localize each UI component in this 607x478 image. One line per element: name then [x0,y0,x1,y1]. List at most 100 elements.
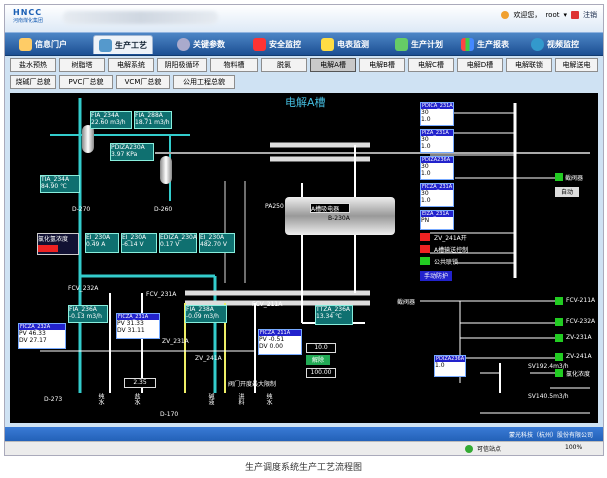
ficza211a-controller[interactable]: FICZA_211A PV -0.51 DV 0.00 [258,329,302,355]
fia236a-box[interactable]: FIA_236A -0.13 m3/h [68,305,108,323]
nav-label: 视频监控 [547,39,579,49]
eiza231a-panel[interactable]: EIZA_231A PN [420,210,454,230]
tab-pvc-overview[interactable]: PVC厂总貌 [59,75,113,89]
tab-vcm-overview[interactable]: VCM厂总貌 [116,75,170,89]
tab-anode-cathode-loop[interactable]: 阴阳极循环 [157,58,207,72]
nav-item-key-params[interactable]: 关键参数 [177,35,225,53]
fcv232a-label: FCV_232A [68,285,99,292]
tag-name: EI_230A [86,234,111,241]
limit-input[interactable]: 100.00 [306,368,336,378]
ttza236a-box[interactable]: TTZA_236A 13.34 ℃ [315,305,353,325]
zoom-level[interactable]: 100% [565,444,582,451]
cell-tag: B-230A [328,215,350,222]
tab-cell-c[interactable]: 电解C槽 [408,58,454,72]
pdiza230a-box[interactable]: PDIZA230A 3.97 KPa [110,143,154,161]
footer-company: 蒙光科技（杭州）股份有限公司 [508,432,593,439]
public-chain-indicator [420,257,430,265]
panel-row: 1.0 [435,362,445,369]
nav-item-video[interactable]: 视频监控 [531,35,579,53]
tab-brine-preheat[interactable]: 盐水预热 [10,58,56,72]
process-lines [40,98,590,414]
tab-dechlorination[interactable]: 脱氯 [261,58,307,72]
tab-cell-a[interactable]: 电解A槽 [310,58,356,72]
piza231a-panel[interactable]: PIZA_231A 30 1.0 [420,129,454,153]
offset-input[interactable]: 2.35 [124,378,156,388]
right-top-label: 截阀器 [397,299,416,306]
trusted-site-label: 可信站点 [477,446,502,453]
user-menu-chevron-icon[interactable]: ▾ [563,11,567,19]
fia234a-box[interactable]: FIA_234A 22.60 m3/h [90,111,132,129]
feed-label: 进料 [237,393,244,405]
ediza-box[interactable]: EDIZA_230A 0.17 V [159,233,197,253]
diagram-title: 电解A槽 [285,96,326,109]
pdiza236a-panel[interactable]: PDIZA236A 30 1.0 [420,156,454,180]
nav-item-meter[interactable]: 电表监测 [321,35,369,53]
meter-icon [321,37,334,51]
pdiza236a-bottom-panel[interactable]: PDIZA236A 1.0 [434,355,466,377]
tab-interlock[interactable]: 电解联锁 [506,58,552,72]
tag-name: FIA_238A [186,306,214,313]
tag-value: 13.34 ℃ [316,313,342,320]
nav-label: 生产计划 [411,39,443,49]
home-icon [19,37,32,51]
pdica231a-panel[interactable]: PDICA_231A 30 1.0 [420,102,454,126]
nav-item-portal[interactable]: 信息门户 [19,35,67,53]
panel-row: 1.0 [421,116,431,123]
tab-cell-d[interactable]: 电解D槽 [457,58,503,72]
pure-water-label-2: 纯水 [265,393,272,405]
tab-cell-b[interactable]: 电解B槽 [359,58,405,72]
nav-item-process[interactable]: 生产工艺 [93,35,153,54]
tag-value: 18.71 m3/h [135,119,170,126]
ficza231a-panel[interactable]: FICZA_231A 30 1.0 [420,183,454,207]
valve-right-label: 截阀器 [565,175,584,182]
tag-value: 22.60 m3/h [91,119,126,126]
pa-tag: PA250 [265,203,284,210]
tab-utility-overview[interactable]: 公用工程总貌 [173,75,235,89]
setpoint-input[interactable]: 10.0 [306,343,336,353]
tag-name: FIA_234A [91,112,119,119]
nav-item-safety[interactable]: 安全监控 [253,35,301,53]
tab-power-supply[interactable]: 电解送电 [555,58,598,72]
ficza232a-controller[interactable]: FICZA_232A PV 46.33 DV 27.17 [18,323,66,349]
tab-electrolysis-system[interactable]: 电解系统 [108,58,154,72]
ei-voltage-box[interactable]: EI_230A -6.14 V [121,233,157,253]
ei-total-box[interactable]: EI_230A 482.70 V [199,233,235,253]
controller-dv: DV 0.00 [259,343,283,350]
tag-name: TIA_234A [41,176,70,183]
tia234a-box[interactable]: TIA_234A 84.90 ℃ [40,175,80,193]
hcl-alarm[interactable]: 氯化氢浓度 [37,233,79,255]
alarm-ok-indicator [555,173,563,181]
safety-icon [253,37,266,51]
fia288a-box[interactable]: FIA_288A 18.71 m3/h [134,111,172,129]
fcv231a-label: FCV_231A [146,291,177,298]
nav-item-report[interactable]: 生产报表 [461,35,509,53]
auto-button[interactable]: 自动 [555,187,579,197]
ei-current-box[interactable]: EI_230A 0.49 A [85,233,119,253]
nav-label: 电表监测 [337,39,369,49]
fia238a-box[interactable]: FIA_238A -0.09 m3/h [185,305,227,323]
main-nav: 信息门户 生产工艺 关键参数 安全监控 电表监测 生产计划 生产报表 视频监控 [5,32,603,56]
release-button[interactable]: 解除 [306,355,330,365]
nav-label: 生产报表 [477,39,509,49]
tag-name: FIA_288A [135,112,163,119]
ficza231a-controller[interactable]: FICZA_231A PV 31.33 DV 31.11 [116,313,160,339]
fcv211a-label: FCV_211A [252,301,283,308]
tab-material-tank[interactable]: 物料槽 [210,58,258,72]
header-bar: HNCC 河南煤化集团 欢迎您， root ▾ 注销 [5,5,603,32]
tag-name: FIA_236A [69,306,97,313]
logout-link[interactable]: 注销 [583,10,597,20]
manual-protect-button[interactable]: 手动防护 [420,271,452,281]
nav-item-plan[interactable]: 生产计划 [395,35,443,53]
nav-label: 生产工艺 [115,40,147,50]
panel-row: PN [421,217,430,224]
tag-value: -0.13 m3/h [69,313,102,320]
tab-caustic-overview[interactable]: 烧碱厂总貌 [10,75,56,89]
a-cell-feed-indicator [420,245,430,253]
user-icon [501,11,510,19]
zv241a-indicator [555,353,563,361]
trusted-site-icon [465,445,473,453]
tag-value: 482.70 V [200,241,228,248]
logout-icon[interactable] [571,11,579,19]
sv-flow-label: SV140.5m3/h [528,393,569,400]
tab-resin-tower[interactable]: 树脂塔 [59,58,105,72]
